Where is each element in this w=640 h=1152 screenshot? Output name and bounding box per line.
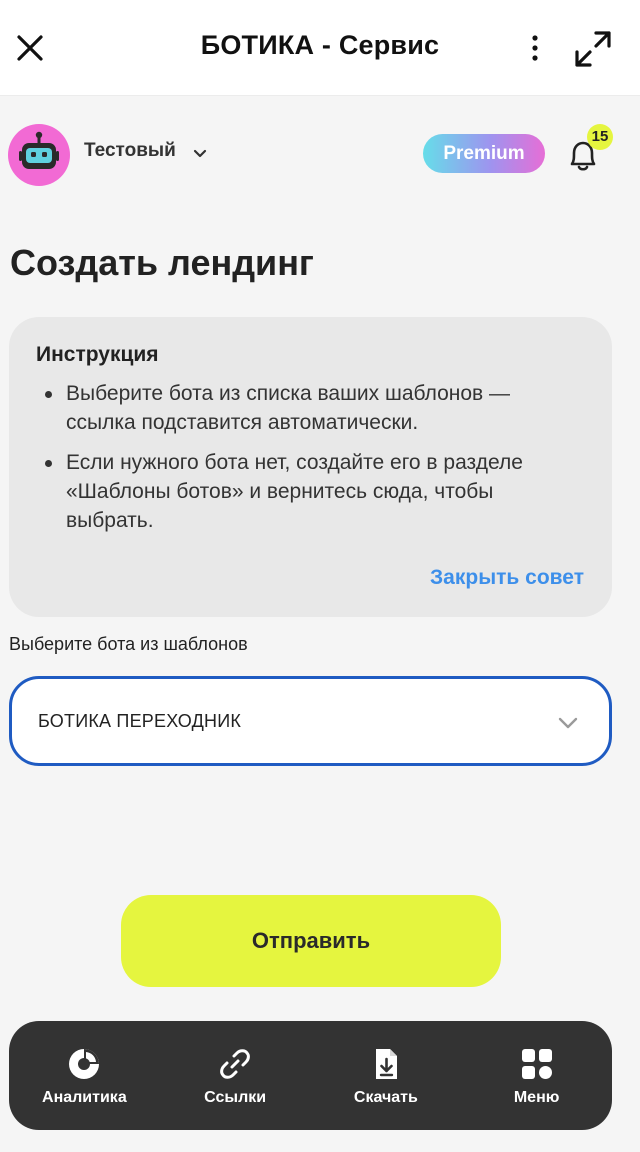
bot-select-label: Выберите бота из шаблонов (9, 634, 248, 654)
pie-chart-icon (69, 1049, 100, 1079)
tab-menu[interactable]: Меню (461, 1021, 612, 1130)
bot-template-select[interactable]: БОТИКА ПЕРЕХОДНИК (9, 676, 612, 766)
tab-label: Ссылки (204, 1089, 267, 1106)
instruction-card: Инструкция Выберите бота из списка ваших… (9, 317, 612, 617)
link-icon (220, 1049, 250, 1079)
tab-label: Меню (513, 1089, 560, 1106)
instruction-item: Выберите бота из списка ваших шаблонов —… (36, 379, 584, 437)
more-vertical-icon[interactable] (518, 28, 552, 68)
page-title: Создать лендинг (10, 242, 314, 283)
robot-icon (19, 131, 59, 169)
submit-button[interactable]: Отправить (121, 895, 501, 987)
instruction-heading: Инструкция (36, 343, 159, 366)
expand-icon[interactable] (572, 28, 614, 70)
tab-download[interactable]: Скачать (311, 1021, 462, 1130)
tab-analytics[interactable]: Аналитика (9, 1021, 160, 1130)
account-name: Тестовый (84, 140, 176, 161)
bot-select-value: БОТИКА ПЕРЕХОДНИК (38, 711, 242, 731)
chevron-down-icon (558, 717, 578, 729)
account-switcher[interactable]: Тестовый (8, 124, 207, 186)
chevron-down-icon (193, 149, 207, 158)
notification-count-badge: 15 (587, 124, 613, 150)
avatar (8, 124, 70, 186)
tab-label: Аналитика (42, 1089, 127, 1106)
top-bar: БОТИКА - Сервис (0, 0, 640, 96)
grid-menu-icon (521, 1049, 552, 1079)
tab-links[interactable]: Ссылки (160, 1021, 311, 1130)
close-tip-link[interactable]: Закрыть совет (430, 566, 584, 590)
download-file-icon (375, 1049, 397, 1079)
bottom-tab-bar: Аналитика Ссылки Скачать Меню (9, 1021, 612, 1130)
instruction-list: Выберите бота из списка ваших шаблонов —… (36, 379, 584, 535)
instruction-item: Если нужного бота нет, создайте его в ра… (36, 448, 584, 535)
premium-button[interactable]: Premium (423, 134, 545, 173)
tab-label: Скачать (353, 1089, 418, 1106)
